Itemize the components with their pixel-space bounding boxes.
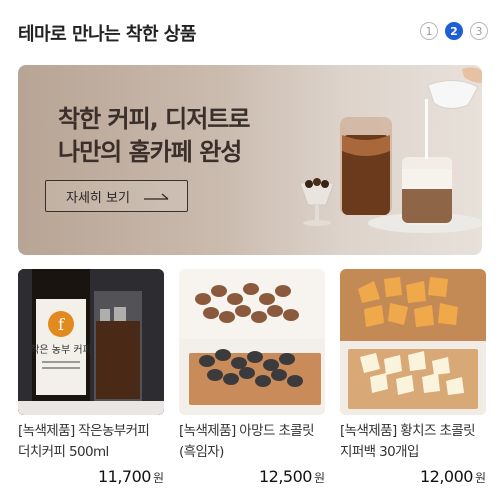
pagination: 1 2 3 bbox=[420, 22, 488, 40]
product-price-row: 12,500 원 bbox=[259, 467, 325, 486]
currency-unit: 원 bbox=[152, 471, 164, 485]
product-image[interactable] bbox=[179, 269, 325, 415]
cheese-chocolate-illustration bbox=[340, 269, 486, 415]
product-name[interactable]: [녹색제품] 황치즈 초콜릿 지퍼백 30개입 bbox=[340, 421, 486, 463]
page-indicator-2[interactable]: 2 bbox=[445, 22, 463, 40]
product-card[interactable]: [녹색제품] 아망드 초콜릿 (흑임자) 12,500 원 bbox=[179, 269, 325, 486]
section-title: 테마로 만나는 착한 상품 bbox=[18, 24, 196, 45]
section-header: 테마로 만나는 착한 상품 1 2 3 bbox=[18, 0, 488, 62]
product-price-row: 12,000 원 bbox=[420, 467, 486, 486]
page-indicator-1[interactable]: 1 bbox=[420, 22, 438, 40]
product-image[interactable]: f 작은 농부 커피 bbox=[18, 269, 164, 415]
bottle-label-text: 작은 농부 커피 bbox=[30, 344, 92, 356]
product-card[interactable]: f 작은 농부 커피 [녹색제품] 작은농부커피 더치커피 500ml 11,7… bbox=[18, 269, 164, 486]
product-image[interactable] bbox=[340, 269, 486, 415]
theme-banner[interactable]: 착한 커피, 디저트로 나만의 홈카페 완성 자세히 보기 bbox=[18, 65, 482, 255]
product-price: 11,700 bbox=[97, 467, 151, 486]
product-price: 12,500 bbox=[258, 467, 312, 486]
product-name[interactable]: [녹색제품] 아망드 초콜릿 (흑임자) bbox=[179, 421, 325, 463]
long-right-arrow-icon bbox=[143, 193, 169, 200]
almond-chocolate-illustration bbox=[179, 269, 325, 415]
currency-unit: 원 bbox=[313, 471, 325, 485]
banner-title: 착한 커피, 디저트로 나만의 홈카페 완성 bbox=[58, 103, 250, 169]
product-list: f 작은 농부 커피 [녹색제품] 작은농부커피 더치커피 500ml 11,7… bbox=[18, 269, 488, 494]
product-card[interactable]: [녹색제품] 황치즈 초콜릿 지퍼백 30개입 12,000 원 bbox=[340, 269, 486, 486]
currency-unit: 원 bbox=[474, 471, 486, 485]
cold-brew-bottle-illustration: f 작은 농부 커피 bbox=[18, 269, 164, 415]
page-indicator-3[interactable]: 3 bbox=[470, 22, 488, 40]
banner-button-label: 자세히 보기 bbox=[66, 190, 130, 206]
banner-title-line-1: 착한 커피, 디저트로 bbox=[58, 105, 250, 133]
coffee-dessert-illustration bbox=[299, 67, 482, 233]
product-price-row: 11,700 원 bbox=[98, 467, 164, 486]
banner-detail-button[interactable]: 자세히 보기 bbox=[45, 180, 188, 212]
product-name[interactable]: [녹색제품] 작은농부커피 더치커피 500ml bbox=[18, 421, 164, 463]
product-price: 12,000 bbox=[419, 467, 473, 486]
banner-title-line-2: 나만의 홈카페 완성 bbox=[58, 138, 242, 166]
